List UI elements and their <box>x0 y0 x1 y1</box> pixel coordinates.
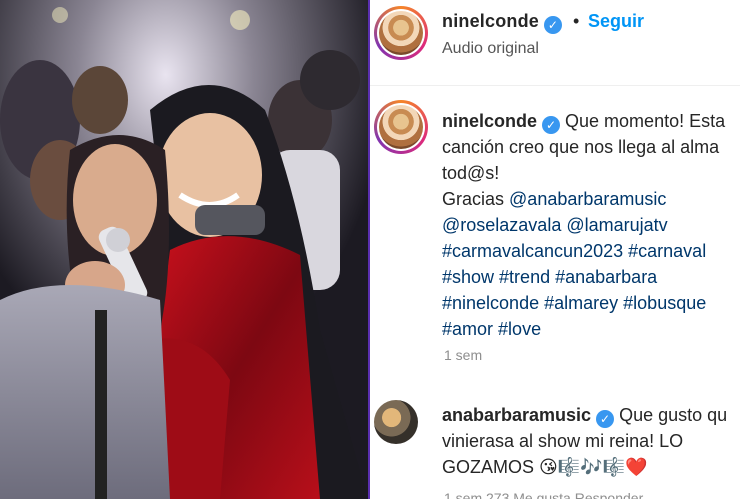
post-caption: ninelconde ✓ Que momento! Esta canción cr… <box>442 108 740 342</box>
concert-photo <box>0 0 368 499</box>
post-header: ninelconde ✓ • Seguir Audio original <box>370 0 740 86</box>
caption-username[interactable]: ninelconde <box>442 111 537 131</box>
comment-emoji: 😘🎼🎶🎼❤️ <box>539 457 648 477</box>
mention-link[interactable]: @roselazavala <box>442 215 561 235</box>
hashtag-link[interactable]: #show <box>442 267 494 287</box>
comment: anabarbaramusic ✓ Que gusto qu vinierasa … <box>442 402 740 480</box>
caption-text-2: canción creo que nos llega al alma <box>442 137 720 157</box>
hashtag-link[interactable]: #amor <box>442 319 493 339</box>
hashtag-link[interactable]: #carmavalcancun2023 <box>442 241 623 261</box>
comment-text-2: vinierasa al show mi reina! LO <box>442 431 684 451</box>
caption-timestamp[interactable]: 1 sem <box>444 347 482 363</box>
hashtag-link[interactable]: #anabarbara <box>555 267 657 287</box>
audio-link[interactable]: Audio original <box>442 40 539 58</box>
post-panel: ninelconde ✓ • Seguir Audio original nine… <box>370 0 740 499</box>
author-username[interactable]: ninelconde <box>442 11 539 31</box>
caption-text-1: Que momento! Esta <box>565 111 726 131</box>
author-avatar[interactable] <box>374 6 428 60</box>
hashtag-link[interactable]: #love <box>498 319 541 339</box>
hashtag-link[interactable]: #almarey <box>544 293 618 313</box>
post-media[interactable] <box>0 0 368 499</box>
commenter-avatar[interactable] <box>374 400 418 444</box>
comment-username[interactable]: anabarbaramusic <box>442 405 591 425</box>
hashtag-link[interactable]: #lobusque <box>623 293 706 313</box>
comment-meta[interactable]: 1 sem 273 Me gusta Responder <box>444 490 643 499</box>
comment-text-1: Que gusto qu <box>619 405 728 425</box>
caption-avatar[interactable] <box>374 100 428 154</box>
caption-text-3: tod@s! <box>442 163 500 183</box>
verified-badge-icon: ✓ <box>542 116 561 134</box>
caption-thanks: Gracias <box>442 189 505 209</box>
mention-link[interactable]: @lamarujatv <box>566 215 667 235</box>
hashtag-link[interactable]: #trend <box>499 267 550 287</box>
author-username-line[interactable]: ninelconde ✓ <box>442 11 563 34</box>
hashtag-link[interactable]: #carnaval <box>628 241 706 261</box>
verified-badge-icon: ✓ <box>596 410 615 428</box>
comment-text-3: GOZAMOS <box>442 457 535 477</box>
mention-link[interactable]: @anabarbaramusic <box>509 189 666 209</box>
hashtag-link[interactable]: #ninelconde <box>442 293 539 313</box>
separator-dot: • <box>573 11 580 31</box>
verified-badge-icon: ✓ <box>544 16 563 34</box>
follow-button[interactable]: Seguir <box>588 11 644 32</box>
